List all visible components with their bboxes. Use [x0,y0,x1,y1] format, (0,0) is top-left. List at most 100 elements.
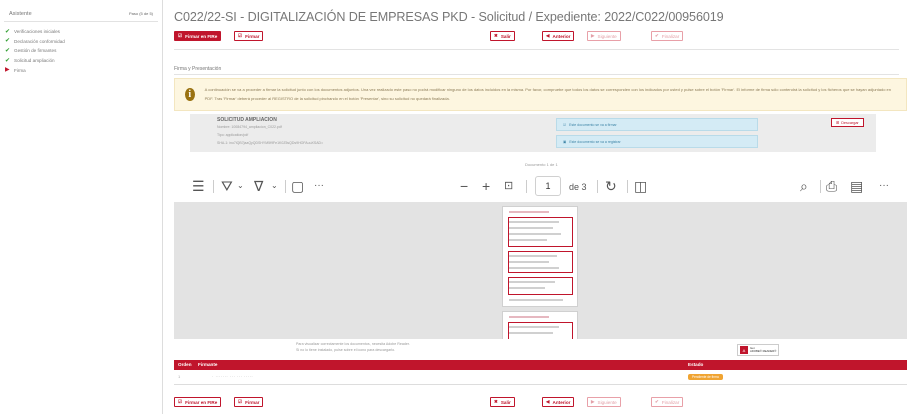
finalizar-button[interactable]: ✔ Finalizar [651,31,684,41]
info-icon: i [185,88,195,101]
back-icon: ◀ [546,399,550,404]
check-circle-icon: ✔ [655,33,659,38]
wizard-sidebar: Asistente Paso (5 de 5) ✔ Verificaciones … [0,0,163,414]
rotate-icon[interactable]: ↻ [605,176,617,196]
table-row: 1 · ······· ··· ··· ····· Pendiente de f… [174,371,907,385]
status-badge: Pendiente de firma [688,374,723,380]
divider [174,74,899,75]
separator [627,180,628,193]
more-icon[interactable]: ··· [879,176,889,196]
separator [526,180,527,193]
zoom-in-icon[interactable]: + [482,176,490,196]
more-icon[interactable]: ··· [314,176,324,196]
salir-button-bottom[interactable]: ✖ Salir [490,397,515,407]
sidebar-item-label: Verificaciones iniciales [14,29,60,35]
button-label: Finalizar [661,33,680,39]
download-button[interactable]: ⊞ Descargar [831,118,864,127]
forward-icon: ▶ [591,399,595,404]
sidebar-item-label: Solicitud ampliación [14,58,55,64]
draw-icon[interactable]: ∇ [254,176,263,196]
page-number-input[interactable]: 1 [535,176,561,196]
firmar-fire-button-bottom[interactable]: ☑ Firmar en FIRe [174,397,222,407]
sidebar-item-label: Declaración conformidad [14,38,65,44]
sidebar-item-verificaciones[interactable]: ✔ Verificaciones iniciales [0,27,162,37]
sidebar-item-declaracion[interactable]: ✔ Declaración conformidad [0,37,162,47]
button-label: Firmar [245,33,260,39]
edit-icon: ☑ [238,33,243,38]
pdf-toolbar: ☰ ⛛ ⌄ ∇ ⌄ ▢ ··· − + ⊡ 1 de 3 ↻ ◫ ⌕ ⎙ ▤ ·… [174,171,907,202]
column-header: Estado [688,362,704,367]
sidebar-item-firmantes[interactable]: ✔ Gestión de firmantes [0,46,162,56]
finalizar-button-bottom[interactable]: ✔ Finalizar [651,397,684,407]
fit-page-icon[interactable]: ⊡ [504,176,513,196]
button-label: Anterior [552,399,571,405]
page-thumbnail[interactable] [502,311,578,339]
firmar-fire-button[interactable]: ☑ Firmar en FIRe [174,31,222,41]
divider [174,49,899,50]
separator [597,180,598,193]
column-header: Firmante [198,362,218,367]
adobe-reader-badge[interactable]: A Get ADOBE® READER® [737,344,779,356]
anterior-button[interactable]: ◀ Anterior [542,31,575,41]
salir-button[interactable]: ✖ Salir [490,31,515,41]
adobe-icon: A [740,346,748,354]
adobe-note-line1: Para visualizar correctamente los docume… [296,342,410,346]
document-hash: SHA-1: ino7iQB7jaaQyQDSHYM5f9Fe1K0Z5sQDs… [217,141,324,145]
search-icon[interactable]: ⌕ [800,176,808,196]
register-status: ▣ Este documento se va a registrar [556,135,758,148]
edit-icon: ☑ [238,399,243,404]
button-label: Siguiente [597,399,617,405]
contents-icon[interactable]: ☰ [192,176,205,196]
pdf-viewer[interactable] [174,202,907,339]
save-icon[interactable]: ▤ [850,176,863,196]
page-thumbnail[interactable] [502,206,578,307]
status-label: Este documento se va a registrar [569,139,621,144]
highlight-icon[interactable]: ⛛ [221,176,233,196]
document-counter: Documento 1 de 1 [525,162,558,167]
warning-alert: i A continuación se va a proceder a firm… [174,78,907,111]
page-view-icon[interactable]: ◫ [634,176,647,196]
save-icon: ▣ [563,139,567,144]
edit-icon: ☑ [563,122,567,127]
chevron-down-icon[interactable]: ⌄ [237,176,244,196]
signer-order: 1 [178,374,181,379]
sidebar-item-label: Gestión de firmantes [14,48,57,54]
siguiente-button[interactable]: ▶ Siguiente [587,31,621,41]
firmar-button-bottom[interactable]: ☑ Firmar [234,397,264,407]
column-header: Orden [178,362,192,367]
edit-icon: ☑ [178,399,183,404]
separator [285,180,286,193]
button-label: Descargar [841,120,859,125]
sidebar-item-label: Firma [14,67,26,73]
document-info: SOLICITUD AMPLIACION Nombre: 10084794_am… [217,117,323,147]
status-label: Este documento se va a firmar [569,122,617,127]
separator [213,180,214,193]
anterior-button-bottom[interactable]: ◀ Anterior [542,397,575,407]
wizard-title: Asistente [9,10,32,17]
sidebar-item-firma[interactable]: ▶ Firma [0,65,162,75]
print-icon[interactable]: ⎙ [826,176,837,196]
firmar-button[interactable]: ☑ Firmar [234,31,264,41]
download-icon: ⊞ [836,121,840,125]
adobe-note-line2: Si no lo tiene instalado, pulse sobre el… [296,347,396,352]
separator [820,180,821,193]
text-box-icon[interactable]: ▢ [291,176,304,196]
play-icon: ▶ [5,67,10,74]
button-label: Firmar [245,399,260,405]
document-type: Tipo: application/pdf [217,133,249,137]
signers-table-header: Orden Firmante Estado [174,360,907,370]
adobe-note: Para visualizar correctamente los docume… [296,342,410,353]
back-icon: ◀ [546,33,550,38]
wizard-header: Asistente Paso (5 de 5) [4,6,158,22]
page-title: C022/22-SI - DIGITALIZACIÓN DE EMPRESAS … [174,10,724,24]
check-icon: ✔ [5,57,11,64]
siguiente-button-bottom[interactable]: ▶ Siguiente [587,397,621,407]
sidebar-item-ampliacion[interactable]: ✔ Solicitud ampliación [0,56,162,66]
edit-icon: ☑ [178,33,183,38]
chevron-down-icon[interactable]: ⌄ [271,176,278,196]
document-filename: Nombre: 10084794_ampliacion_C022.pdf [217,125,282,129]
check-icon: ✔ [5,28,11,35]
wizard-step: Paso (5 de 5) [128,11,153,16]
document-card: SOLICITUD AMPLIACION Nombre: 10084794_am… [190,114,876,152]
zoom-out-icon[interactable]: − [460,176,468,196]
